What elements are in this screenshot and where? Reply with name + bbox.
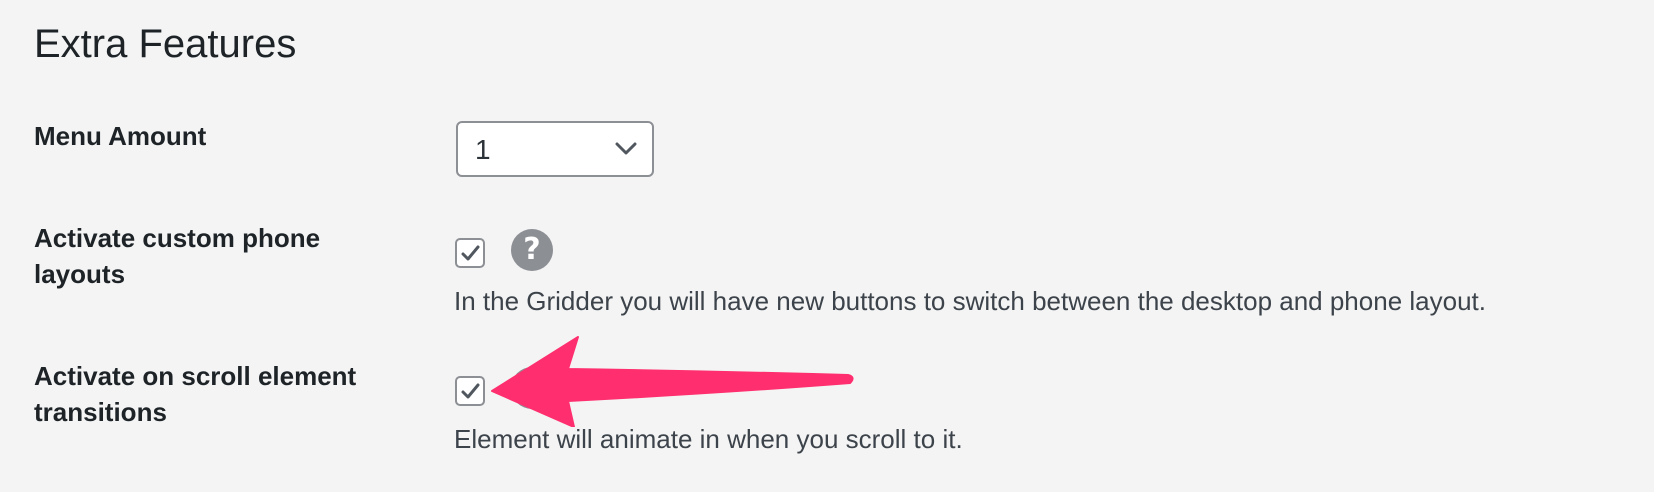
scroll-transitions-checkbox[interactable] xyxy=(455,376,485,406)
checkmark-icon xyxy=(461,383,480,399)
phone-layouts-checkbox[interactable] xyxy=(455,238,485,268)
phone-layouts-label: Activate custom phone layouts xyxy=(34,223,321,289)
scroll-transitions-description: Element will animate in when you scroll … xyxy=(454,424,963,454)
menu-amount-value: 1 xyxy=(475,134,491,165)
chevron-down-icon xyxy=(615,142,637,155)
checkmark-icon xyxy=(461,245,480,261)
scroll-transitions-label: Activate on scroll element transitions xyxy=(34,361,357,427)
arrow-left-icon xyxy=(491,336,854,427)
menu-amount-select[interactable]: 1 xyxy=(456,121,654,177)
question-circle-icon[interactable]: ? xyxy=(511,229,553,271)
section-title: Extra Features xyxy=(34,22,297,66)
phone-layouts-description: In the Gridder you will have new buttons… xyxy=(454,286,1486,316)
menu-amount-label: Menu Amount xyxy=(34,121,207,151)
settings-page: Extra Features Menu Amount 1 Activate cu… xyxy=(0,0,1654,492)
